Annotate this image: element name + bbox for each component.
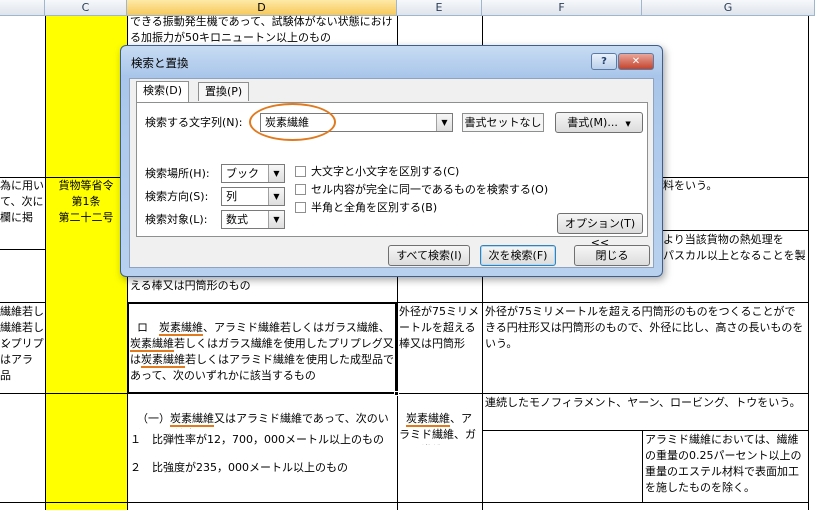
- cell-law-ref[interactable]: 第1条: [45, 194, 127, 210]
- options-button[interactable]: オプション(T) <<: [557, 213, 643, 249]
- grid-line: [808, 16, 809, 510]
- format-status: 書式セットなし: [462, 113, 544, 132]
- cell-law-ref[interactable]: 貨物等省令: [45, 178, 127, 194]
- grid-line: [642, 430, 643, 502]
- direction-label: 検索方向(S):: [145, 190, 209, 203]
- lookin-label: 検索対象(L):: [145, 213, 208, 226]
- close-button[interactable]: 閉じる: [574, 245, 650, 266]
- cell-d-top[interactable]: できる振動発生機であって、試験体がない状態における加振力が50キロニュートン以上…: [130, 14, 395, 46]
- cell-text-part: ロ: [137, 321, 159, 334]
- find-replace-dialog: 検索と置換 ? ✕ 検索(D) 置換(P) 検索する文字列(N): 炭素繊維 ▼…: [120, 45, 663, 277]
- cell-b-text[interactable]: 為に用い: [0, 178, 45, 194]
- cell-f-text[interactable]: 連続したモノフィラメント、ヤーン、ロービング、トウをいう。: [485, 395, 805, 411]
- cell-d-text[interactable]: ２ 比強度が235，000メートル以上のもの: [130, 460, 395, 476]
- cell-law-ref[interactable]: 第二十二号: [45, 210, 127, 226]
- match-width-checkbox[interactable]: [295, 202, 306, 213]
- cell-f-text[interactable]: パスカル以上となることを製: [663, 248, 808, 264]
- format-button[interactable]: 書式(M)... ▼: [555, 112, 643, 133]
- search-hit: 炭素繊維: [130, 337, 174, 350]
- grid-line: [663, 230, 808, 231]
- search-hit: 炭素繊維: [406, 412, 450, 425]
- dialog-body: 検索(D) 置換(P) 検索する文字列(N): 炭素繊維 ▼ 書式セットなし 書…: [129, 78, 654, 268]
- cell-b-text[interactable]: 品: [0, 368, 45, 384]
- cell-b-text[interactable]: はアラ: [0, 352, 45, 368]
- dialog-title: 検索と置換: [131, 56, 189, 70]
- search-hit: 炭素繊維: [170, 412, 214, 425]
- grid-line: [45, 16, 46, 510]
- cell-b-text[interactable]: て、次に: [0, 194, 45, 210]
- cell-f-text[interactable]: 外径が75ミリメートルを超える円筒形のものをつくることができる円柱形又は円筒形の…: [485, 304, 805, 392]
- grid-line: [0, 393, 127, 394]
- chevron-down-icon[interactable]: ▼: [268, 188, 284, 205]
- cell-e-text[interactable]: 炭素繊維、アラミド繊維、ガラス繊維: [399, 395, 480, 445]
- col-header-c[interactable]: C: [45, 0, 127, 16]
- cell-f-text[interactable]: より当該貨物の熱処理を: [663, 232, 808, 248]
- cell-text-part: 、アラミド繊維若しくはガラス繊維、: [203, 321, 390, 334]
- cell-f-text[interactable]: 料をいう。: [663, 178, 803, 194]
- format-button-label: 書式(M)...: [567, 116, 618, 129]
- chevron-down-icon[interactable]: ▼: [268, 165, 284, 182]
- cell-d-text[interactable]: える棒又は円筒形のもの: [130, 278, 395, 294]
- active-cell-d[interactable]: ロ 炭素繊維、アラミド繊維若しくはガラス繊維、炭素繊維若しくはガラス繊維を使用し…: [130, 304, 394, 392]
- cell-g-text[interactable]: アラミド繊維においては、繊維の重量の0.25パーセント以上の重量のエステル材料で…: [645, 432, 807, 500]
- cell-b-text[interactable]: 欄に掲: [0, 210, 45, 226]
- close-icon[interactable]: ✕: [618, 53, 654, 70]
- chevron-down-icon[interactable]: ▼: [436, 114, 452, 131]
- grid-line: [0, 249, 45, 250]
- highlight-ring: [249, 103, 336, 141]
- direction-select[interactable]: 列 ▼: [221, 187, 285, 206]
- chevron-down-icon[interactable]: ▼: [268, 211, 284, 228]
- lookin-value: 数式: [226, 213, 248, 226]
- find-what-label: 検索する文字列(N):: [145, 116, 243, 129]
- find-next-button[interactable]: 次を検索(F): [480, 245, 556, 266]
- col-header-f[interactable]: F: [482, 0, 642, 16]
- lookin-select[interactable]: 数式 ▼: [221, 210, 285, 229]
- grid-line: [482, 430, 808, 431]
- find-all-button[interactable]: すべて検索(I): [388, 245, 470, 266]
- match-entire-checkbox[interactable]: [295, 184, 306, 195]
- tab-replace[interactable]: 置換(P): [198, 82, 250, 101]
- match-case-checkbox[interactable]: [295, 166, 306, 177]
- grid-line: [0, 502, 808, 503]
- match-entire-label[interactable]: セル内容が完全に同一であるものを検索する(O): [311, 183, 548, 197]
- cell-text-part: （一）: [137, 412, 170, 425]
- within-label: 検索場所(H):: [145, 167, 210, 180]
- cell-b-text[interactable]: 繊維若し: [0, 304, 45, 320]
- search-hit: 炭素繊維: [141, 353, 185, 366]
- col-header-e[interactable]: E: [397, 0, 482, 16]
- cell-d-text[interactable]: （一）炭素繊維又はアラミド繊維であって、次のいずれかに該当するもの: [130, 395, 395, 429]
- match-case-label[interactable]: 大文字と小文字を区別する(C): [311, 165, 459, 179]
- match-width-label[interactable]: 半角と全角を区別する(B): [311, 201, 437, 215]
- within-select[interactable]: ブック ▼: [221, 164, 285, 183]
- help-button[interactable]: ?: [591, 53, 617, 70]
- col-header-b[interactable]: [0, 0, 45, 16]
- law-column-fill: [45, 16, 127, 510]
- search-hit: 炭素繊維: [159, 321, 203, 334]
- search-panel: 検索する文字列(N): 炭素繊維 ▼ 書式セットなし 書式(M)... ▼ 検索…: [136, 102, 648, 249]
- cell-e-text[interactable]: 外径が75ミリメートルを超える棒又は円筒形: [399, 304, 480, 392]
- tab-search[interactable]: 検索(D): [136, 81, 190, 102]
- cell-b-text[interactable]: ンプリプ: [0, 336, 45, 352]
- direction-value: 列: [226, 190, 237, 203]
- within-value: ブック: [226, 167, 259, 180]
- grid-line: [0, 302, 45, 303]
- col-header-g[interactable]: G: [642, 0, 815, 16]
- dropdown-arrow-icon: ▼: [625, 120, 631, 128]
